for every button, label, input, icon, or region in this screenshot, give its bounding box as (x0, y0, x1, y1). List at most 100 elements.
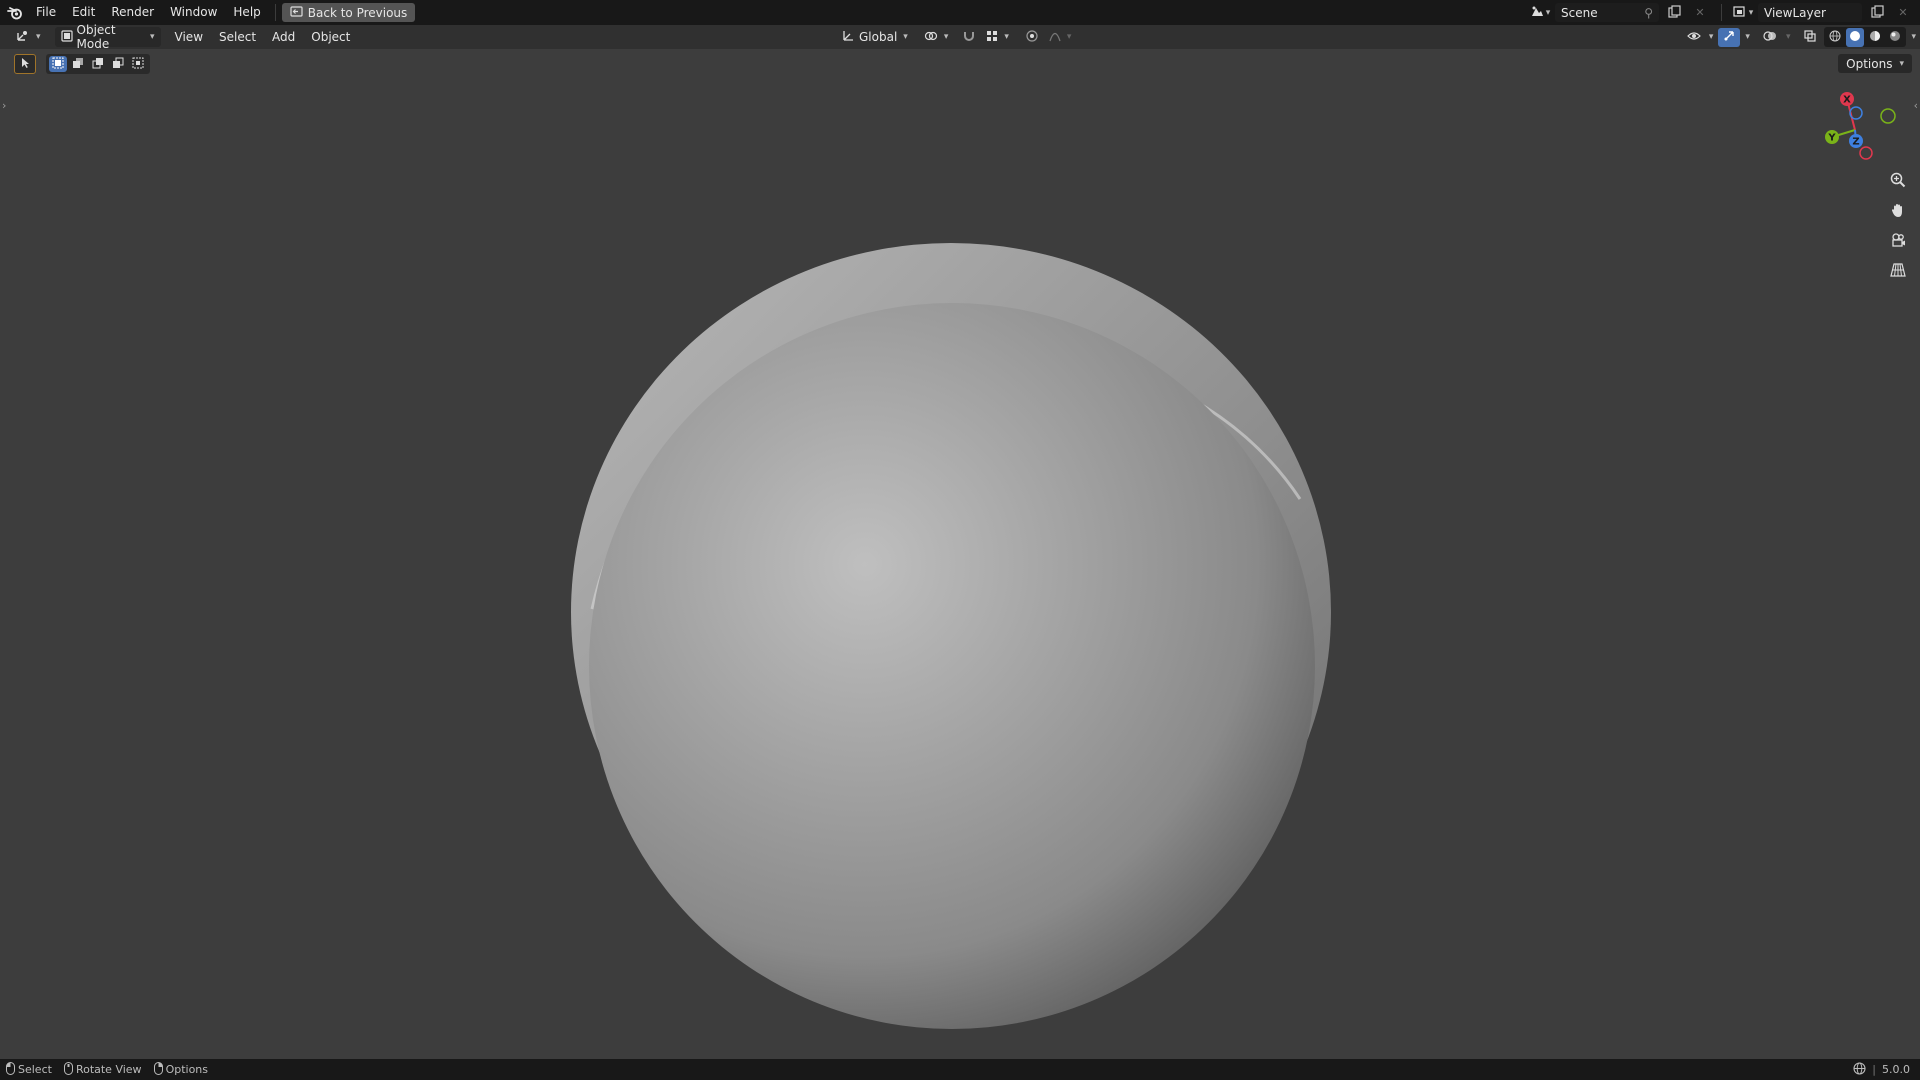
hand-icon (1890, 202, 1906, 221)
shading-options-chevron-icon[interactable]: ▾ (1911, 32, 1916, 42)
menu-select[interactable]: Select (211, 25, 264, 49)
duplicate-icon (1667, 4, 1681, 21)
magnifier-plus-icon (1890, 172, 1906, 191)
material-preview-button[interactable] (1866, 28, 1884, 47)
blender-logo-icon[interactable] (2, 0, 28, 25)
proportional-editing-toggle[interactable] (1021, 28, 1043, 47)
editor-type-button[interactable]: ▾ (10, 27, 47, 47)
eye-cursor-icon (1687, 30, 1703, 45)
close-icon: ✕ (1695, 6, 1705, 19)
scene-selector-button[interactable]: ▾ (1529, 3, 1551, 22)
mode-selector[interactable]: Object Mode ▾ (54, 23, 161, 51)
wireframe-shading-button[interactable] (1826, 28, 1844, 47)
snap-target-dropdown[interactable]: ▾ (984, 27, 1011, 47)
transform-orientation-dropdown[interactable]: Global ▾ (836, 27, 914, 47)
grid-perspective-icon (1890, 262, 1906, 281)
divider (274, 4, 276, 21)
mode-new-button[interactable] (49, 56, 67, 72)
camera-icon (1890, 232, 1906, 251)
chevron-down-icon: ▾ (1545, 7, 1551, 18)
cup-object[interactable] (571, 243, 1331, 1029)
neg-x-axis-handle[interactable] (1859, 146, 1873, 160)
proportional-icon (1026, 29, 1038, 45)
chevron-down-icon: ▾ (1899, 58, 1904, 69)
viewport-header: ▾ Object Mode ▾ View Select Add Object G… (0, 23, 1920, 51)
pivot-point-dropdown[interactable]: ▾ (918, 27, 955, 47)
select-cursor-icon (19, 57, 31, 72)
mode-extend-button[interactable] (69, 56, 87, 72)
divider (1721, 4, 1722, 21)
sidebar-expand-arrow-icon[interactable]: ‹ (1914, 99, 1918, 112)
mode-subtract-button[interactable] (89, 56, 107, 72)
globe-icon[interactable] (1853, 1061, 1866, 1078)
chevron-down-icon: ▾ (1748, 7, 1754, 18)
close-icon: ✕ (1898, 6, 1908, 19)
xray-toggle[interactable] (1799, 28, 1821, 47)
chevron-down-icon: ▾ (36, 32, 41, 42)
toolbar-expand-arrow-icon[interactable]: › (2, 99, 6, 112)
version-label: 5.0.0 (1882, 1063, 1910, 1076)
sphere-body (589, 303, 1315, 1029)
magnet-icon (963, 30, 975, 45)
menu-help[interactable]: Help (225, 0, 268, 25)
new-view-layer-button[interactable] (1866, 3, 1888, 22)
back-to-previous-button[interactable]: Back to Previous (281, 3, 416, 22)
overlays-chevron-icon[interactable]: ▾ (1786, 32, 1791, 42)
menu-edit[interactable]: Edit (64, 0, 103, 25)
options-dropdown[interactable]: Options ▾ (1838, 54, 1912, 73)
menu-add[interactable]: Add (264, 25, 303, 49)
status-divider: | (1872, 1063, 1876, 1076)
status-rotate-label: Rotate View (75, 1063, 142, 1076)
mouse-right-icon (153, 1061, 163, 1078)
falloff-dropdown[interactable]: ▾ (1047, 27, 1074, 47)
mode-label: Object Mode (76, 23, 116, 51)
status-options-hint: Options (153, 1061, 208, 1078)
status-bar: Select Rotate View Options | 5.0.0 (0, 1059, 1920, 1080)
camera-view-button[interactable] (1886, 229, 1910, 253)
selectability-visibility-dropdown[interactable]: ▾ (1685, 27, 1716, 47)
pin-icon[interactable]: ⚲ (1644, 6, 1653, 20)
show-gizmo-toggle[interactable] (1718, 27, 1741, 47)
delete-scene-button[interactable]: ✕ (1689, 3, 1711, 22)
delete-view-layer-button[interactable]: ✕ (1892, 3, 1914, 22)
neg-z-axis-handle[interactable] (1849, 106, 1863, 120)
navigation-gizmo[interactable]: X Y Z (1810, 90, 1900, 170)
neg-y-axis-handle[interactable] (1880, 108, 1896, 124)
scene-field[interactable]: Scene ⚲ (1555, 3, 1659, 22)
object-mode-icon (60, 29, 73, 45)
menu-render[interactable]: Render (103, 0, 162, 25)
show-overlays-toggle[interactable] (1759, 28, 1781, 47)
gizmo-options-chevron-icon[interactable]: ▾ (1745, 32, 1750, 42)
view-layer-name: ViewLayer (1764, 5, 1826, 20)
3d-viewport[interactable]: › ‹ (0, 49, 1920, 1059)
zoom-view-button[interactable] (1886, 169, 1910, 193)
chevron-down-icon: ▾ (1708, 32, 1714, 42)
wireframe-icon (1829, 30, 1841, 45)
menu-view[interactable]: View (167, 25, 211, 49)
menu-window[interactable]: Window (162, 0, 225, 25)
solid-sphere-icon (1849, 30, 1861, 45)
select-subtract-icon (92, 57, 104, 72)
rendered-shading-button[interactable] (1886, 28, 1904, 47)
view-layer-field[interactable]: ViewLayer (1758, 3, 1862, 22)
view-layer-icon (1733, 5, 1747, 21)
back-icon (290, 5, 303, 20)
mode-intersect-button[interactable] (129, 56, 147, 72)
scene-name: Scene (1561, 5, 1598, 20)
orientation-icon (842, 29, 855, 45)
y-axis-label: Y (1827, 133, 1836, 144)
chevron-down-icon: ▾ (150, 32, 155, 42)
solid-shading-button[interactable] (1846, 27, 1865, 47)
pan-view-button[interactable] (1886, 199, 1910, 223)
new-scene-button[interactable] (1663, 3, 1685, 22)
active-tool-button[interactable] (14, 54, 36, 74)
snap-toggle[interactable] (958, 28, 980, 47)
mode-difference-button[interactable] (109, 56, 127, 72)
select-difference-icon (112, 57, 124, 72)
menu-file[interactable]: File (28, 0, 64, 25)
view-layer-selector-button[interactable]: ▾ (1732, 3, 1754, 22)
menu-object[interactable]: Object (303, 25, 358, 49)
duplicate-icon (1870, 4, 1884, 21)
top-right-group: ▾ Scene ⚲ ✕ ▾ ViewLayer ✕ (1529, 0, 1920, 25)
perspective-toggle-button[interactable] (1886, 259, 1910, 283)
